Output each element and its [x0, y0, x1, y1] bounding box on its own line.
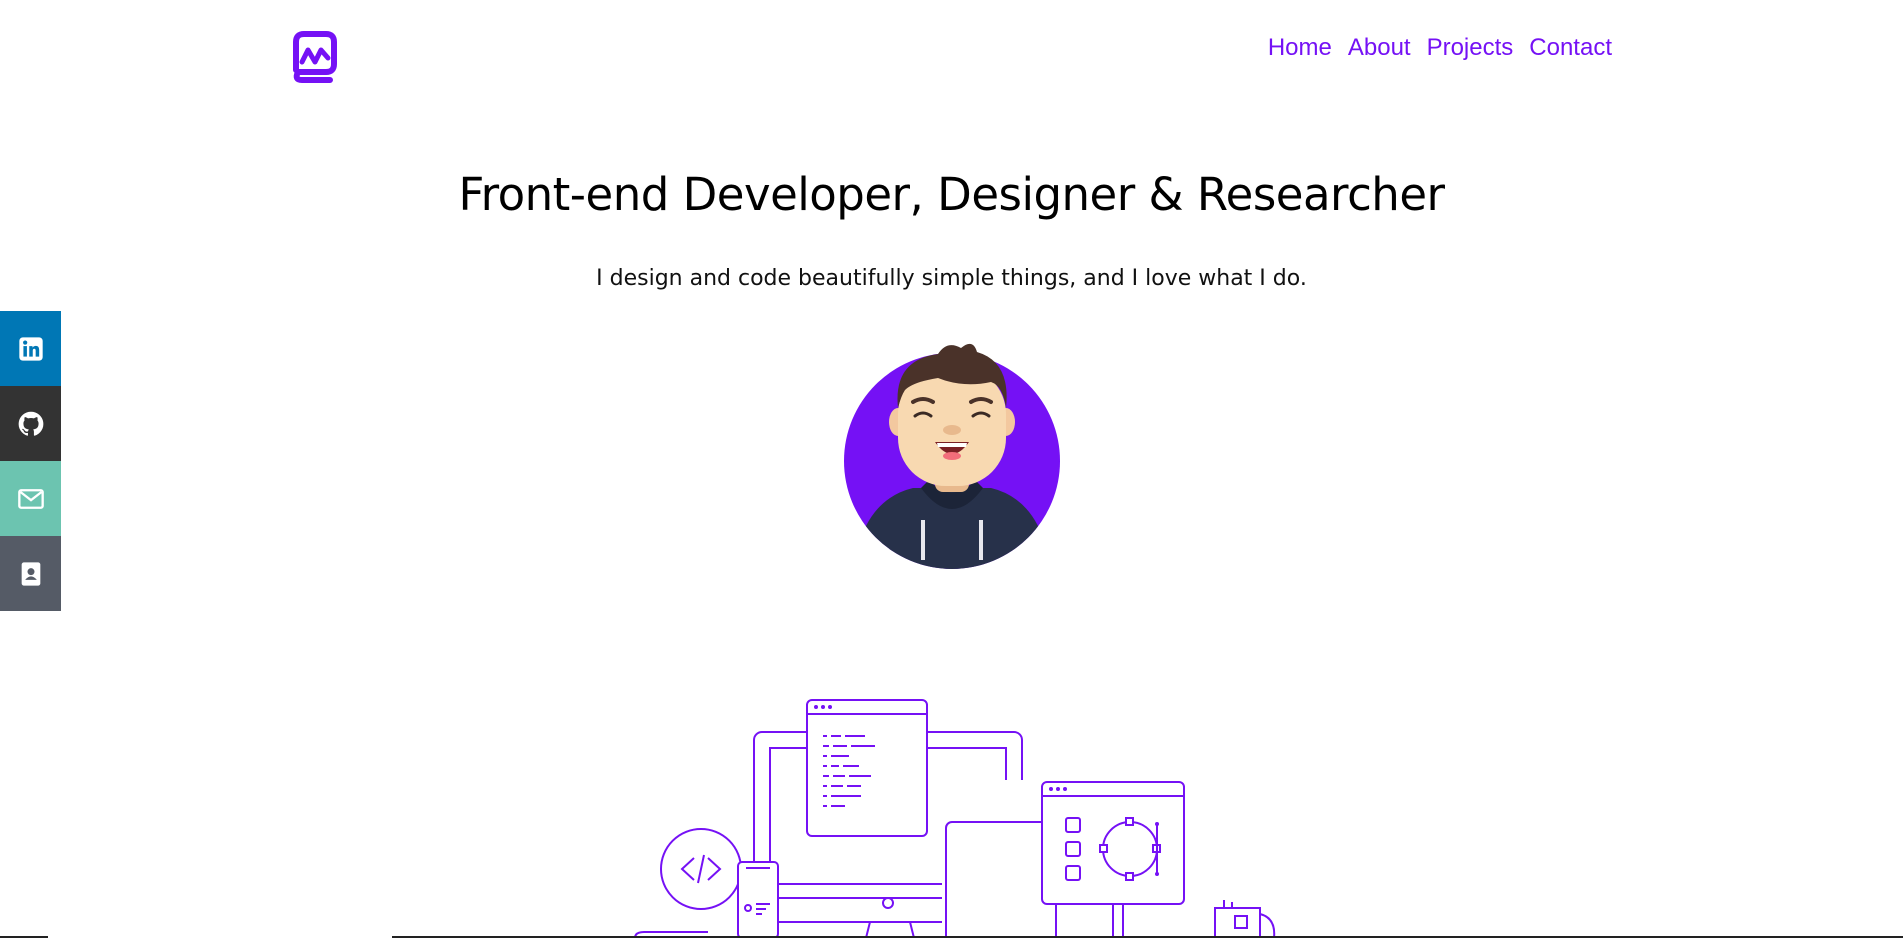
github-link[interactable]	[0, 386, 61, 461]
github-icon	[18, 411, 43, 436]
contact-card-icon	[21, 561, 40, 586]
social-sidebar	[0, 311, 61, 611]
nav-projects-link[interactable]: Projects	[1427, 33, 1514, 63]
main-nav: Home About Projects Contact	[1252, 33, 1612, 63]
linkedin-link[interactable]	[0, 311, 61, 386]
mail-icon	[17, 488, 44, 509]
nav-home-link[interactable]: Home	[1268, 33, 1332, 63]
page: Home About Projects Contact Front-end De…	[0, 0, 1903, 938]
avatar	[844, 343, 1060, 569]
nav-contact-link[interactable]: Contact	[1529, 33, 1612, 63]
workspace-illustration	[634, 699, 1276, 938]
hero-title: Front-end Developer, Designer & Research…	[458, 168, 1445, 221]
logo-icon[interactable]	[286, 30, 344, 86]
nav-about-link[interactable]: About	[1348, 33, 1411, 63]
linkedin-icon	[18, 336, 43, 361]
hero-subtitle: I design and code beautifully simple thi…	[596, 266, 1307, 291]
email-link[interactable]	[0, 461, 61, 536]
resume-link[interactable]	[0, 536, 61, 611]
